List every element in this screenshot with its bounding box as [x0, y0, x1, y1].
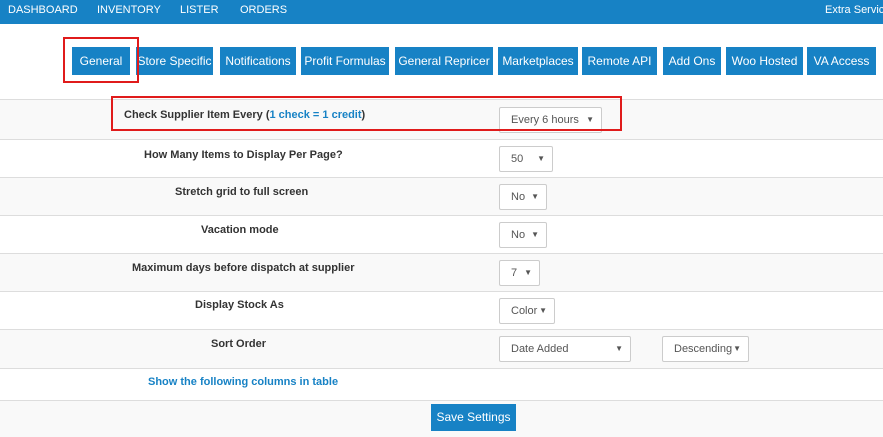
nav-extra-services[interactable]: Extra Servic [825, 4, 883, 16]
stretch-grid-select[interactable]: No ▼ [499, 184, 547, 210]
setting-row-items-per-page: How Many Items to Display Per Page? 50 ▼ [0, 139, 883, 177]
tab-store-specific[interactable]: Store Specific [136, 47, 213, 75]
nav-lister[interactable]: LISTER [180, 4, 219, 16]
tab-woo-hosted[interactable]: Woo Hosted [726, 47, 803, 75]
top-navbar: DASHBOARD INVENTORY LISTER ORDERS Extra … [0, 0, 883, 24]
chevron-down-icon: ▼ [733, 344, 741, 353]
tab-general-repricer[interactable]: General Repricer [395, 47, 493, 75]
setting-row-max-dispatch: Maximum days before dispatch at supplier… [0, 253, 883, 291]
stretch-grid-label: Stretch grid to full screen [175, 186, 309, 198]
items-per-page-label: How Many Items to Display Per Page? [144, 149, 343, 161]
setting-row-check-supplier: Check Supplier Item Every (1 check = 1 c… [0, 99, 883, 139]
setting-row-sort-order: Sort Order Date Added ▼ Descending ▼ [0, 329, 883, 368]
display-stock-select[interactable]: Color ▼ [499, 298, 555, 324]
chevron-down-icon: ▼ [537, 154, 545, 163]
credit-note: 1 check = 1 credit [269, 109, 362, 121]
chevron-down-icon: ▼ [524, 268, 532, 277]
max-dispatch-select[interactable]: 7 ▼ [499, 260, 540, 286]
setting-row-stretch-grid: Stretch grid to full screen No ▼ [0, 177, 883, 215]
chevron-down-icon: ▼ [586, 115, 594, 124]
sort-field-select[interactable]: Date Added ▼ [499, 336, 631, 362]
nav-dashboard[interactable]: DASHBOARD [8, 4, 78, 16]
nav-orders[interactable]: ORDERS [240, 4, 287, 16]
tab-add-ons[interactable]: Add Ons [663, 47, 721, 75]
max-dispatch-label: Maximum days before dispatch at supplier [132, 262, 355, 274]
tab-general[interactable]: General [72, 47, 130, 75]
tab-remote-api[interactable]: Remote API [582, 47, 657, 75]
setting-row-columns: Show the following columns in table [0, 368, 883, 400]
chevron-down-icon: ▼ [531, 230, 539, 239]
show-columns-link[interactable]: Show the following columns in table [148, 376, 338, 388]
sort-direction-select[interactable]: Descending ▼ [662, 336, 749, 362]
display-stock-label: Display Stock As [195, 299, 284, 311]
chevron-down-icon: ▼ [615, 344, 623, 353]
nav-inventory[interactable]: INVENTORY [97, 4, 161, 16]
sort-order-label: Sort Order [211, 338, 267, 350]
tab-profit-formulas[interactable]: Profit Formulas [301, 47, 389, 75]
tab-marketplaces[interactable]: Marketplaces [498, 47, 578, 75]
check-supplier-label: Check Supplier Item Every (1 check = 1 c… [124, 109, 366, 121]
tab-notifications[interactable]: Notifications [220, 47, 296, 75]
chevron-down-icon: ▼ [531, 192, 539, 201]
items-per-page-select[interactable]: 50 ▼ [499, 146, 553, 172]
vacation-mode-select[interactable]: No ▼ [499, 222, 547, 248]
check-supplier-select[interactable]: Every 6 hours ▼ [499, 107, 602, 133]
setting-row-display-stock: Display Stock As Color ▼ [0, 291, 883, 329]
chevron-down-icon: ▼ [539, 306, 547, 315]
save-settings-button[interactable]: Save Settings [431, 404, 516, 431]
setting-row-vacation-mode: Vacation mode No ▼ [0, 215, 883, 253]
tab-va-access[interactable]: VA Access [807, 47, 876, 75]
vacation-mode-label: Vacation mode [201, 224, 279, 236]
